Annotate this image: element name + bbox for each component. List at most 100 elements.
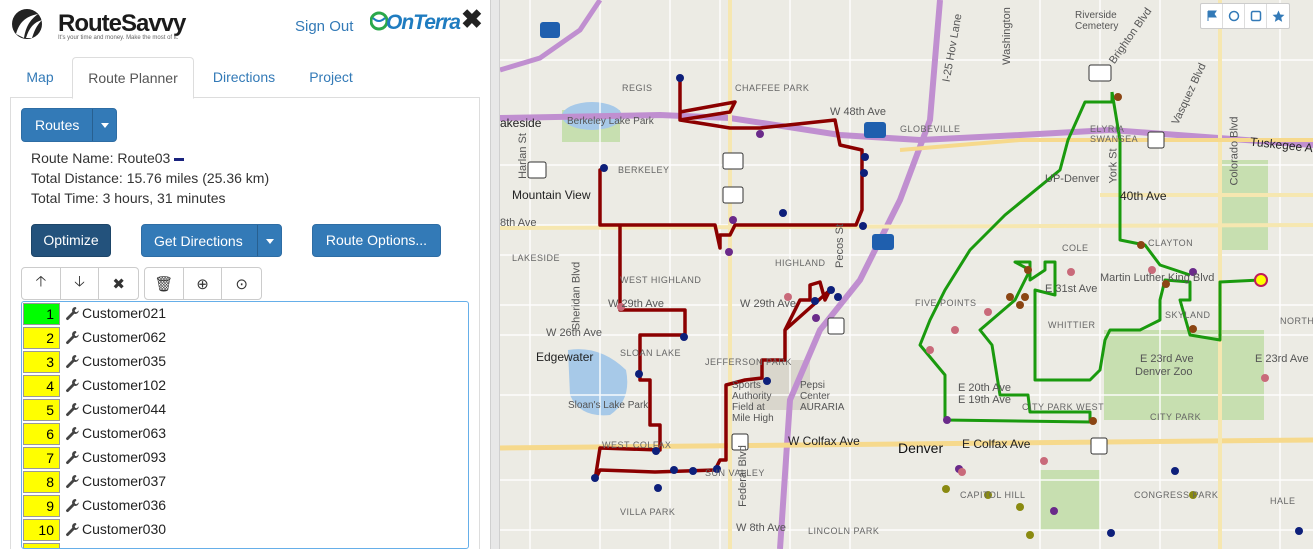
- wrench-icon[interactable]: [65, 378, 79, 394]
- map-label-w29: W 29th Ave: [608, 298, 665, 310]
- move-up-button[interactable]: 🡡: [22, 268, 61, 299]
- stop-number: 8: [23, 471, 60, 493]
- stop-name: Customer036: [82, 497, 167, 513]
- stop-row[interactable]: [22, 542, 468, 548]
- stop-row[interactable]: 9 Customer036: [22, 494, 468, 518]
- stop-list[interactable]: 1 Customer021 2 Customer062 3 Customer035 4 Cus…: [21, 301, 469, 549]
- stop-row[interactable]: 3 Customer035: [22, 350, 468, 374]
- get-directions-label: Get Directions: [154, 233, 243, 249]
- wrench-icon[interactable]: [65, 450, 79, 466]
- map-label-e20: E 20th Ave: [958, 382, 1012, 394]
- depot-marker[interactable]: [1254, 273, 1268, 287]
- map-label-lakeside2: LAKESIDE: [512, 253, 561, 263]
- routes-caret[interactable]: [92, 109, 116, 141]
- wrench-icon[interactable]: [65, 402, 79, 418]
- wrench-icon[interactable]: [65, 354, 79, 370]
- map-label-sheridan: Sheridan Blvd: [570, 261, 583, 331]
- stop-number: 9: [23, 495, 60, 517]
- chevron-down-icon: [101, 123, 109, 128]
- wrench-icon[interactable]: [65, 522, 79, 538]
- map-label-mountain-view: Mountain View: [512, 188, 591, 202]
- stop-row[interactable]: 2 Customer062: [22, 326, 468, 350]
- map-label-berkeley-lake: Berkeley Lake Park: [567, 116, 654, 127]
- tab-map[interactable]: Map: [14, 57, 66, 98]
- optimize-button[interactable]: Optimize: [31, 224, 111, 257]
- total-time: Total Time: 3 hours, 31 minutes: [31, 190, 226, 206]
- stop-name: Customer063: [82, 425, 167, 441]
- map-view[interactable]: REGIS CHAFFEE PARK GLOBEVILLE W 48th Ave…: [500, 0, 1313, 549]
- park-area-3: [1040, 470, 1100, 530]
- stop-row[interactable]: 7 Customer093: [22, 446, 468, 470]
- map-label-hale: HALE: [1270, 496, 1296, 506]
- map-label-denver: Denver: [898, 440, 944, 456]
- stop-row[interactable]: 6 Customer063: [22, 422, 468, 446]
- map-label-edgewater: Edgewater: [536, 350, 594, 364]
- stop-row[interactable]: 1 Customer021: [22, 302, 468, 326]
- stop-number: 3: [23, 351, 60, 373]
- delete-button[interactable]: 🗑: [145, 268, 184, 299]
- panel-splitter[interactable]: [490, 0, 500, 549]
- map-label-capitol-hill: CAPITOL HILL: [960, 490, 1026, 500]
- map-label-e23b: E 23rd Ave: [1255, 353, 1309, 365]
- star-icon[interactable]: [1267, 4, 1289, 28]
- wrench-icon[interactable]: [65, 306, 79, 322]
- stop-number: 7: [23, 447, 60, 469]
- stop-name: Customer021: [82, 305, 167, 321]
- map-label-up-denver: UP-Denver: [1045, 173, 1100, 185]
- logo-tagline: It's your time and money. Make the most …: [58, 35, 179, 41]
- map-label-e23: E 23rd Ave: [1140, 353, 1194, 365]
- close-icon[interactable]: ✖: [461, 4, 483, 35]
- get-directions-caret[interactable]: [257, 225, 281, 256]
- download-icon: ⊙: [235, 275, 248, 293]
- square-icon[interactable]: [1245, 4, 1267, 28]
- map-label-sloan: SLOAN LAKE: [620, 348, 682, 358]
- stop-number: 1: [23, 303, 60, 325]
- stop-row[interactable]: 5 Customer044: [22, 398, 468, 422]
- stop-number: 6: [23, 423, 60, 445]
- map-label-west-highland: WEST HIGHLAND: [620, 275, 702, 285]
- trash-icon: 🗑: [154, 275, 174, 293]
- get-directions-button[interactable]: Get Directions: [141, 224, 282, 257]
- zoom-button[interactable]: ⊕: [184, 268, 223, 299]
- map-label-riverside: Riverside Cemetery: [1075, 10, 1119, 32]
- route-options-button[interactable]: Route Options...: [312, 224, 441, 257]
- map-label-washington: Washington: [1000, 7, 1013, 65]
- routesavvy-logo-icon: [12, 9, 42, 39]
- routes-dropdown-button[interactable]: Routes: [21, 108, 117, 142]
- tab-directions[interactable]: Directions: [202, 57, 286, 98]
- map-label-auraria: Pepsi Center AURARIA: [800, 380, 845, 413]
- wrench-icon[interactable]: [65, 330, 79, 346]
- routesavvy-logo: RouteSavvy It's your time and money. Mak…: [10, 8, 186, 44]
- map-label-e31: E 31st Ave: [1045, 283, 1098, 295]
- tab-route-planner[interactable]: Route Planner: [72, 57, 194, 99]
- stop-row[interactable]: 10 Customer030: [22, 518, 468, 542]
- x-icon: ✖: [112, 275, 125, 293]
- wrench-icon[interactable]: [65, 498, 79, 514]
- wrench-icon[interactable]: [65, 426, 79, 442]
- reorder-toolbar: 🡡 🡣 ✖: [21, 267, 139, 300]
- tab-bar: Map Route Planner Directions Project: [10, 57, 480, 99]
- route-planner-panel: RouteSavvy It's your time and money. Mak…: [0, 0, 490, 549]
- stop-row[interactable]: 4 Customer102: [22, 374, 468, 398]
- stop-name: Customer102: [82, 377, 167, 393]
- stop-row[interactable]: 8 Customer037: [22, 470, 468, 494]
- map-label-w8: W 8th Ave: [736, 522, 786, 534]
- map-label-highland: HIGHLAND: [775, 258, 826, 268]
- circle-icon[interactable]: [1223, 4, 1245, 28]
- map-label-lincoln: LINCOLN PARK: [808, 526, 880, 536]
- map-label-elyria: ELYRIA SWANSEA: [1090, 124, 1139, 144]
- map-label-w29b: W 29th Ave: [740, 298, 797, 310]
- download-button[interactable]: ⊙: [222, 268, 261, 299]
- map-label-north: NORTH: [1280, 316, 1313, 326]
- sign-out-link[interactable]: Sign Out: [295, 18, 353, 35]
- map-label-federal: Federal Blvd: [736, 445, 749, 507]
- stop-name: Customer044: [82, 401, 167, 417]
- tab-project[interactable]: Project: [300, 57, 362, 98]
- move-down-button[interactable]: 🡣: [61, 268, 100, 299]
- remove-stop-button[interactable]: ✖: [99, 268, 138, 299]
- stop-number: [23, 543, 60, 548]
- flag-icon[interactable]: [1201, 4, 1223, 28]
- map-label-harlan: Harlan St: [516, 133, 529, 179]
- map-label-colfax: W Colfax Ave: [788, 434, 860, 448]
- wrench-icon[interactable]: [65, 474, 79, 490]
